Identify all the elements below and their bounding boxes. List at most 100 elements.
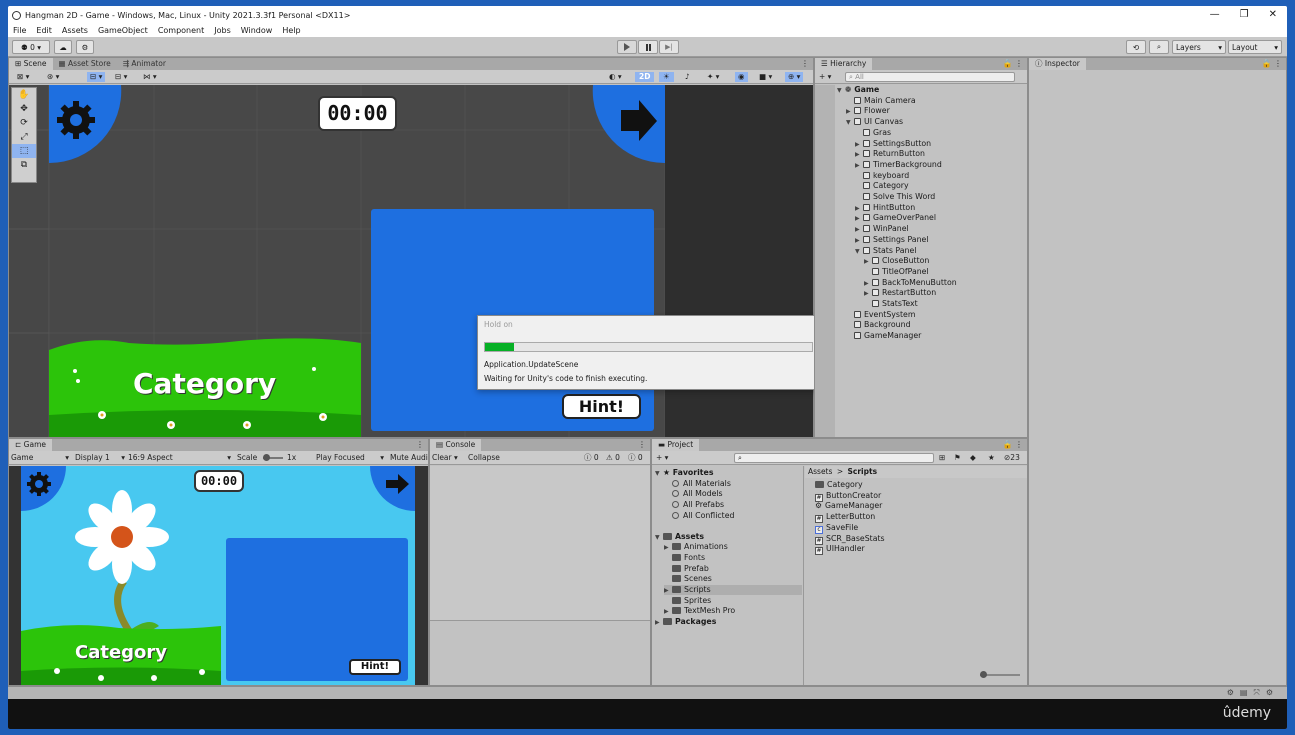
toggle-2d-button[interactable]: 2D bbox=[635, 72, 655, 82]
rotate-tool-icon[interactable]: ⟳ bbox=[12, 116, 36, 130]
minimize-button[interactable]: — bbox=[1210, 6, 1220, 24]
chevron-right-icon[interactable]: ▶ bbox=[664, 607, 672, 617]
hierarchy-item[interactable]: ▶ RestartButton bbox=[864, 288, 936, 298]
chevron-down-icon[interactable]: ▼ bbox=[855, 247, 863, 257]
type-filter-icon[interactable]: ⚑ bbox=[954, 453, 961, 463]
folder-item[interactable]: ▶ TextMesh Pro bbox=[664, 606, 735, 616]
hierarchy-item[interactable]: ▶ WinPanel bbox=[855, 224, 909, 234]
chevron-right-icon[interactable]: ▶ bbox=[655, 618, 663, 628]
hidden-packages-toggle[interactable]: ⊘23 bbox=[1004, 453, 1020, 463]
tab-animator[interactable]: ⇶ Animator bbox=[117, 58, 172, 70]
draw-mode-icon[interactable]: ⊠ ▾ bbox=[17, 72, 29, 82]
chevron-down-icon[interactable]: ▼ bbox=[846, 118, 854, 128]
chevron-right-icon[interactable]: ▶ bbox=[864, 257, 872, 267]
hierarchy-item[interactable]: TitleOfPanel bbox=[864, 267, 929, 277]
favorite-item[interactable]: All Materials bbox=[672, 479, 731, 489]
project-search-input[interactable]: ⌕ bbox=[734, 453, 934, 463]
more-options-icon[interactable]: ⋮ bbox=[416, 439, 424, 451]
chevron-right-icon[interactable]: ▶ bbox=[855, 225, 863, 235]
gizmo-icon[interactable]: ⊛ ▾ bbox=[47, 72, 59, 82]
tab-scene[interactable]: ⊞ Scene bbox=[9, 58, 53, 70]
menu-item-gameobject[interactable]: GameObject bbox=[93, 26, 153, 35]
game-hint-button[interactable]: Hint! bbox=[349, 659, 401, 675]
packages-group[interactable]: ▶ Packages bbox=[655, 617, 716, 627]
lighting-icon[interactable]: ☀ bbox=[659, 72, 674, 82]
shading-icon[interactable]: ◐ ▾ bbox=[609, 72, 622, 82]
hierarchy-item[interactable]: ▼ Stats Panel bbox=[855, 246, 916, 256]
hierarchy-item[interactable]: Solve This Word bbox=[855, 192, 935, 202]
rect-tool-icon[interactable]: ⬚ bbox=[12, 144, 36, 158]
hierarchy-item[interactable]: ▶ CloseButton bbox=[864, 256, 929, 266]
console-log-area[interactable] bbox=[430, 466, 650, 621]
more-options-icon[interactable]: 🔒 ⋮ bbox=[1002, 58, 1023, 70]
more-options-icon[interactable]: ⋮ bbox=[638, 439, 646, 451]
hierarchy-item[interactable]: EventSystem bbox=[846, 310, 915, 320]
chevron-right-icon[interactable]: ▶ bbox=[864, 289, 872, 299]
chevron-right-icon[interactable]: ▶ bbox=[855, 140, 863, 150]
hierarchy-item[interactable]: ▶ HintButton bbox=[855, 203, 915, 213]
scale-tool-icon[interactable]: ⤢ bbox=[12, 130, 36, 144]
menu-item-component[interactable]: Component bbox=[153, 26, 209, 35]
favorite-icon[interactable]: ★ bbox=[988, 453, 995, 463]
collapse-button[interactable]: Collapse bbox=[468, 453, 500, 463]
icon-size-slider[interactable] bbox=[980, 671, 1020, 678]
chevron-right-icon[interactable]: ▶ bbox=[855, 161, 863, 171]
menu-item-jobs[interactable]: Jobs bbox=[209, 26, 236, 35]
favorite-item[interactable]: All Models bbox=[672, 489, 723, 499]
play-focused-dropdown[interactable]: Play Focused ▾ bbox=[316, 453, 384, 463]
create-asset-button[interactable]: + ▾ bbox=[656, 453, 668, 463]
error-count-toggle[interactable]: ⓘ 0 bbox=[628, 453, 643, 463]
project-file-item[interactable]: Category bbox=[815, 480, 863, 490]
project-file-item[interactable]: c SaveFile bbox=[815, 523, 858, 534]
menu-item-assets[interactable]: Assets bbox=[57, 26, 93, 35]
chevron-right-icon[interactable]: ▶ bbox=[855, 204, 863, 214]
game-mode-dropdown[interactable]: Game ▾ bbox=[11, 453, 69, 463]
assets-group[interactable]: ▼ Assets bbox=[655, 532, 704, 542]
chevron-right-icon[interactable]: ▶ bbox=[855, 150, 863, 160]
more-options-icon[interactable]: 🔒 ⋮ bbox=[1002, 439, 1023, 451]
breadcrumb-scripts[interactable]: Scripts bbox=[848, 467, 878, 476]
hierarchy-item[interactable]: ▶ Settings Panel bbox=[855, 235, 929, 245]
hierarchy-item[interactable]: ▶ GameOverPanel bbox=[855, 213, 936, 223]
project-file-item[interactable]: # SCR_BaseStats bbox=[815, 534, 885, 545]
hierarchy-item[interactable]: StatsText bbox=[864, 299, 918, 309]
hierarchy-item[interactable]: ▶ ReturnButton bbox=[855, 149, 925, 159]
hierarchy-root[interactable]: ▼ ❁ Game bbox=[837, 85, 879, 95]
menu-item-help[interactable]: Help bbox=[277, 26, 305, 35]
project-file-item[interactable]: ⚙ GameManager bbox=[815, 501, 882, 511]
hierarchy-item[interactable]: ▶ Flower bbox=[846, 106, 890, 116]
project-file-item[interactable]: # UIHandler bbox=[815, 544, 865, 556]
close-button[interactable]: ✕ bbox=[1269, 6, 1277, 24]
tab-project[interactable]: ▬ Project bbox=[652, 439, 700, 451]
snap-increment-icon[interactable]: ⊟ ▾ bbox=[115, 72, 127, 82]
gizmos-dropdown-icon[interactable]: ⊕ ▾ bbox=[785, 72, 804, 82]
folder-item[interactable]: Scenes bbox=[664, 574, 712, 584]
tab-console[interactable]: ▤ Console bbox=[430, 439, 482, 451]
warning-count-toggle[interactable]: ⚠ 0 bbox=[606, 453, 620, 463]
menu-item-edit[interactable]: Edit bbox=[31, 26, 57, 35]
folder-item[interactable]: ▶ Animations bbox=[664, 542, 728, 552]
chevron-right-icon[interactable]: ▶ bbox=[864, 279, 872, 289]
hierarchy-item[interactable]: Gras bbox=[855, 128, 891, 138]
scale-slider[interactable] bbox=[263, 454, 283, 461]
hidden-objects-icon[interactable]: ◉ bbox=[735, 72, 748, 82]
chevron-right-icon[interactable]: ▶ bbox=[664, 543, 672, 553]
hierarchy-item[interactable]: Main Camera bbox=[846, 96, 916, 106]
tab-inspector[interactable]: ⓘ Inspector bbox=[1029, 58, 1086, 70]
audio-icon[interactable]: ♪ bbox=[685, 72, 690, 82]
hierarchy-item[interactable]: ▶ BackToMenuButton bbox=[864, 278, 957, 288]
history-icon[interactable]: ⟲ bbox=[1126, 40, 1146, 54]
search-filter-icon[interactable]: ⊞ bbox=[939, 453, 945, 463]
tab-hierarchy[interactable]: ☰ Hierarchy bbox=[815, 58, 873, 70]
hierarchy-item[interactable]: Background bbox=[846, 320, 911, 330]
aspect-dropdown[interactable]: 16:9 Aspect ▾ bbox=[128, 453, 231, 463]
tab-asset-store[interactable]: ▦ Asset Store bbox=[53, 58, 117, 70]
folder-item[interactable]: Fonts bbox=[664, 553, 705, 563]
chevron-right-icon[interactable]: ▶ bbox=[855, 214, 863, 224]
info-count-toggle[interactable]: ⓘ 0 bbox=[584, 453, 599, 463]
step-button[interactable]: ▶| bbox=[659, 40, 679, 54]
tab-game[interactable]: ⊏ Game bbox=[9, 439, 52, 451]
folder-item[interactable]: ▶ Scripts bbox=[664, 585, 802, 595]
grid-snap-icon[interactable]: ⊟ ▾ bbox=[87, 72, 106, 82]
move-tool-icon[interactable]: ✥ bbox=[12, 102, 36, 116]
